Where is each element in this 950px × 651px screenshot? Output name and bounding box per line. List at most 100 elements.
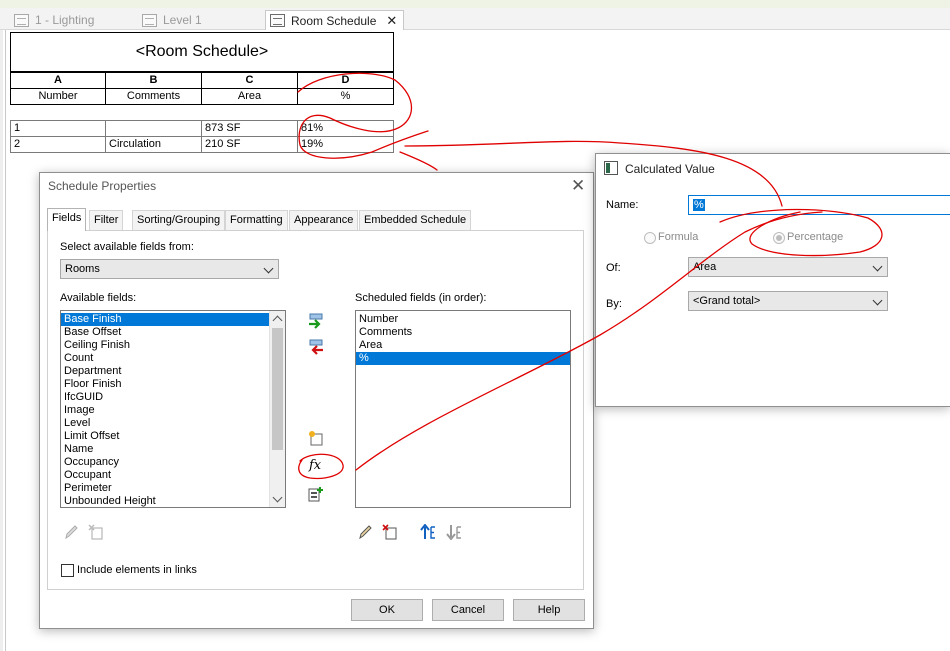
- close-icon[interactable]: ✕: [571, 177, 585, 194]
- by-select-value: <Grand total>: [693, 295, 761, 307]
- list-item[interactable]: Ceiling Finish: [61, 339, 285, 352]
- schedule-icon: [270, 14, 285, 27]
- formula-label: Formula: [658, 231, 699, 243]
- of-select[interactable]: Area: [688, 257, 888, 277]
- column-letter-c[interactable]: C: [201, 72, 298, 89]
- list-item[interactable]: Occupancy: [61, 456, 285, 469]
- list-item[interactable]: Level: [61, 417, 285, 430]
- name-input-value: %: [693, 199, 705, 211]
- cancel-button[interactable]: Cancel: [432, 599, 504, 621]
- move-up-icon[interactable]: [420, 524, 436, 540]
- floor-plan-icon: [142, 13, 157, 27]
- percentage-radio[interactable]: [773, 232, 785, 244]
- app-window-icon: [604, 161, 618, 175]
- delete-parameter-icon[interactable]: [88, 524, 104, 540]
- tab-level-1[interactable]: Level 1: [138, 10, 208, 30]
- close-tab-icon[interactable]: ✕: [386, 13, 397, 29]
- edit-parameter-icon[interactable]: [357, 524, 373, 540]
- column-header-area[interactable]: Area: [201, 88, 298, 105]
- chevron-down-icon: [872, 261, 883, 272]
- tab-1-lighting[interactable]: 1 - Lighting: [10, 10, 100, 30]
- tab-embedded-schedule[interactable]: Embedded Schedule: [359, 210, 472, 230]
- tab-label: Room Schedule: [291, 13, 377, 28]
- add-parameter-icon[interactable]: [308, 313, 324, 329]
- top-strip: [0, 0, 950, 8]
- scrollbar[interactable]: [269, 311, 285, 507]
- tab-formatting[interactable]: Formatting: [225, 210, 288, 230]
- formula-radio[interactable]: [644, 232, 656, 244]
- list-item[interactable]: Area: [356, 339, 570, 352]
- tab-appearance[interactable]: Appearance: [289, 210, 359, 230]
- list-item[interactable]: Count: [61, 352, 285, 365]
- left-frame-line: [5, 30, 6, 651]
- of-label: Of:: [606, 262, 621, 274]
- list-item[interactable]: Limit Offset: [61, 430, 285, 443]
- table-cell[interactable]: 2: [10, 136, 106, 153]
- table-cell[interactable]: 81%: [297, 120, 394, 137]
- column-header-number[interactable]: Number: [10, 88, 106, 105]
- tab-room-schedule[interactable]: Room Schedule ✕: [265, 10, 405, 30]
- table-cell[interactable]: Circulation: [105, 136, 202, 153]
- schedule-title: <Room Schedule>: [10, 32, 394, 72]
- available-fields-label: Available fields:: [60, 292, 137, 304]
- column-letter-a[interactable]: A: [10, 72, 106, 89]
- scroll-down-icon[interactable]: [272, 492, 283, 503]
- table-cell[interactable]: 1: [10, 120, 106, 137]
- list-item[interactable]: Number: [356, 313, 570, 326]
- list-item[interactable]: Base Offset: [61, 326, 285, 339]
- percentage-label: Percentage: [787, 231, 844, 243]
- dialog-title: Schedule Properties: [48, 179, 157, 193]
- name-input[interactable]: %: [688, 195, 950, 215]
- calculated-parameter-icon[interactable]: fx: [309, 458, 321, 473]
- new-parameter-icon[interactable]: [308, 430, 324, 446]
- list-item[interactable]: Floor Finish: [61, 378, 285, 391]
- category-select[interactable]: Rooms: [60, 259, 279, 279]
- table-cell[interactable]: 210 SF: [201, 136, 298, 153]
- list-item[interactable]: Department: [61, 365, 285, 378]
- tab-label: Level 1: [163, 13, 202, 27]
- tab-label: 1 - Lighting: [35, 13, 95, 27]
- tab-sorting-grouping[interactable]: Sorting/Grouping: [132, 210, 226, 230]
- help-button[interactable]: Help: [513, 599, 585, 621]
- tab-fields[interactable]: Fields: [47, 208, 87, 231]
- list-item[interactable]: Image: [61, 404, 285, 417]
- list-item[interactable]: Occupant: [61, 469, 285, 482]
- ok-button[interactable]: OK: [351, 599, 423, 621]
- list-item[interactable]: Base Finish: [61, 313, 285, 326]
- scroll-up-icon[interactable]: [272, 315, 283, 326]
- column-header-comments[interactable]: Comments: [105, 88, 202, 105]
- column-letter-d[interactable]: D: [297, 72, 394, 89]
- by-label: By:: [606, 298, 622, 310]
- chevron-down-icon: [872, 295, 883, 306]
- table-cell[interactable]: [105, 120, 202, 137]
- annotation-arrowhead: [399, 151, 438, 171]
- column-letter-b[interactable]: B: [105, 72, 202, 89]
- move-down-icon[interactable]: [446, 524, 462, 540]
- edit-parameter-icon[interactable]: [63, 524, 79, 540]
- select-fields-from-label: Select available fields from:: [60, 241, 194, 253]
- table-cell[interactable]: 873 SF: [201, 120, 298, 137]
- list-item[interactable]: IfcGUID: [61, 391, 285, 404]
- list-item[interactable]: Name: [61, 443, 285, 456]
- list-item[interactable]: Perimeter: [61, 482, 285, 495]
- available-fields-list[interactable]: Base Finish Base Offset Ceiling Finish Coun…: [60, 310, 286, 508]
- delete-parameter-icon[interactable]: [382, 524, 398, 540]
- view-tab-bar: 1 - Lighting Level 1 Room Schedule ✕: [0, 8, 950, 30]
- scheduled-fields-list[interactable]: Number Comments Area%: [355, 310, 571, 508]
- floor-plan-icon: [14, 13, 29, 27]
- include-links-checkbox[interactable]: [61, 564, 74, 577]
- column-header-percent[interactable]: %: [297, 88, 394, 105]
- list-item[interactable]: Unbounded Height: [61, 495, 285, 507]
- scroll-thumb[interactable]: [272, 328, 283, 450]
- category-select-value: Rooms: [65, 263, 100, 275]
- chevron-down-icon: [263, 263, 274, 274]
- list-item[interactable]: %: [356, 352, 570, 365]
- calculated-value-dialog: [595, 153, 950, 407]
- list-item[interactable]: Comments: [356, 326, 570, 339]
- by-select[interactable]: <Grand total>: [688, 291, 888, 311]
- remove-parameter-icon[interactable]: [308, 339, 324, 355]
- scheduled-fields-label: Scheduled fields (in order):: [355, 292, 487, 304]
- combine-parameters-icon[interactable]: [308, 486, 324, 502]
- tab-filter[interactable]: Filter: [89, 210, 124, 230]
- table-cell[interactable]: 19%: [297, 136, 394, 153]
